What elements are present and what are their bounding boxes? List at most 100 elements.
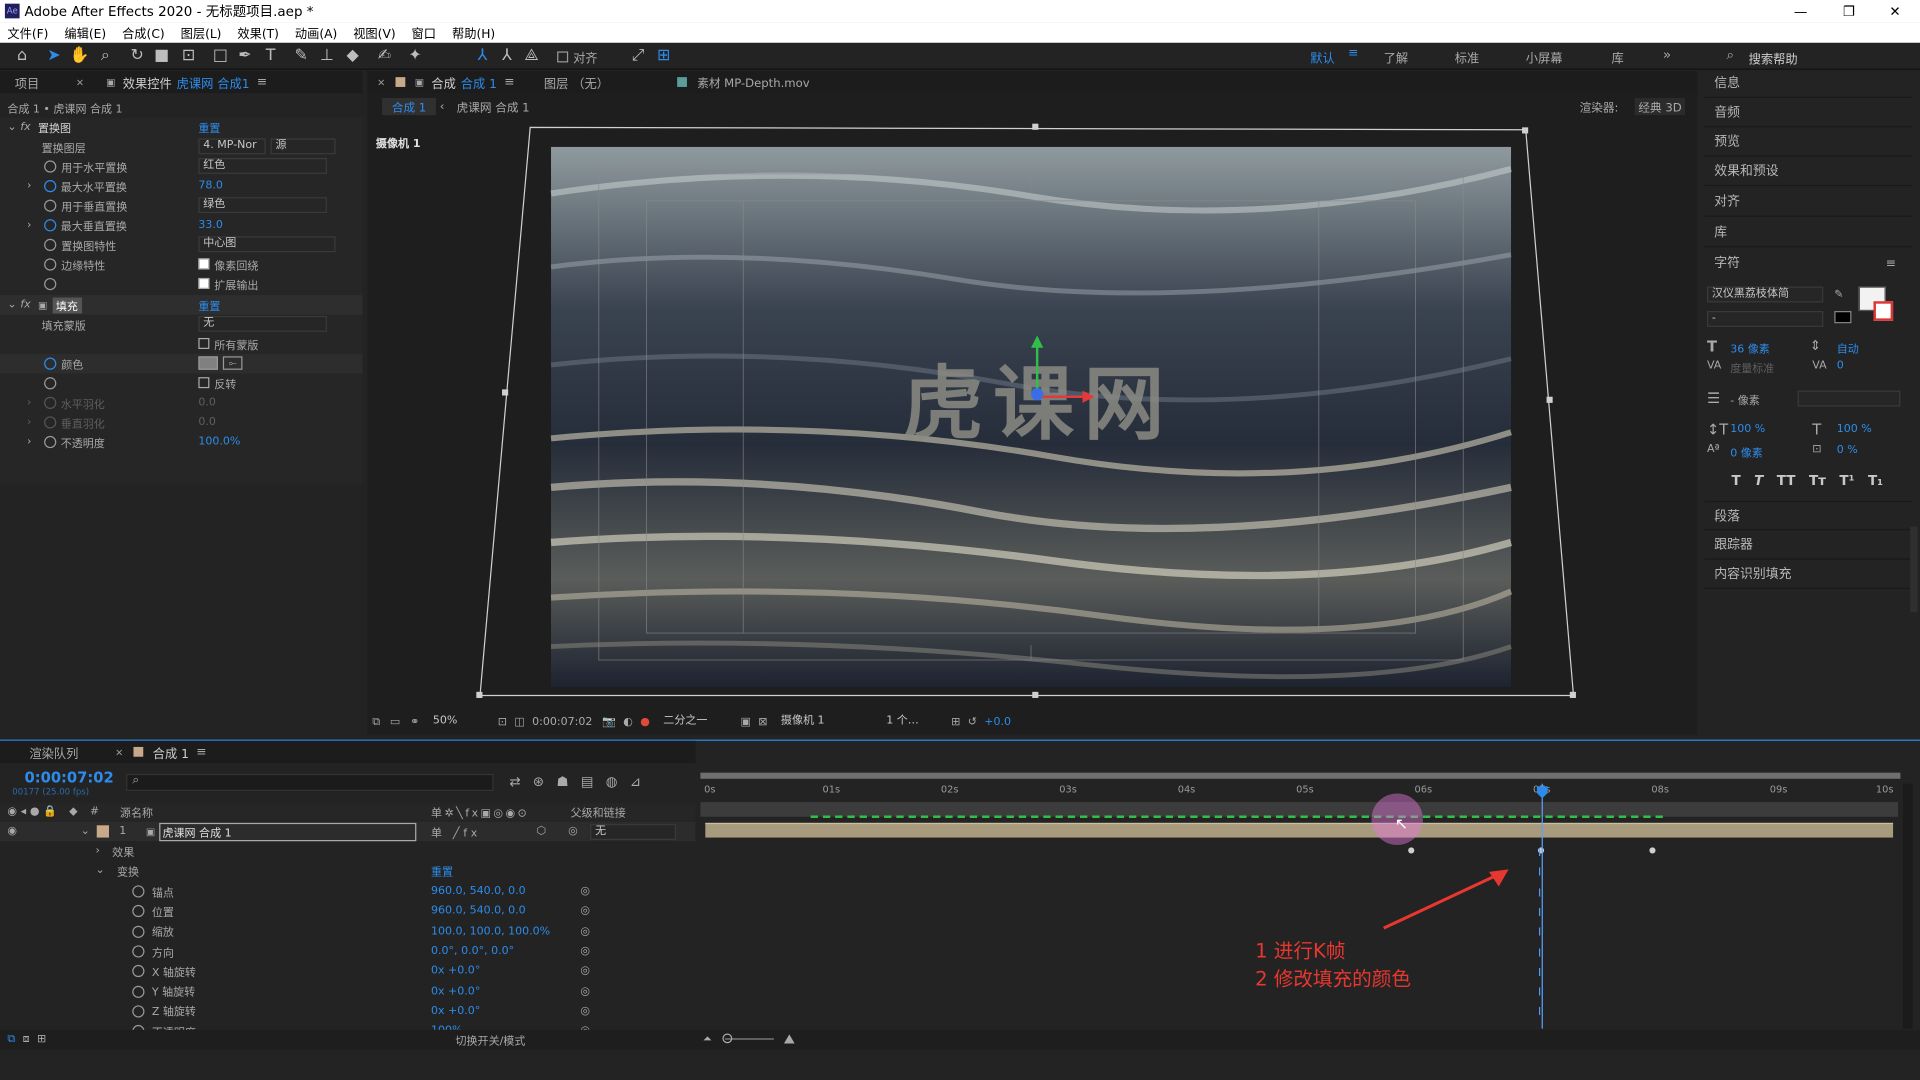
expand-arrow-icon[interactable]: › bbox=[27, 180, 31, 192]
eyedropper-icon[interactable]: ⟜ bbox=[222, 356, 243, 370]
transform-property-row[interactable]: Y 轴旋转 0x +0.0° ◎ bbox=[0, 981, 696, 1001]
faux-bold-button[interactable]: T bbox=[1731, 473, 1740, 489]
tab-timeline-comp[interactable]: 合成 1 bbox=[153, 743, 189, 761]
workspace-overflow-icon[interactable]: » bbox=[1663, 47, 1671, 63]
panel-menu-icon[interactable]: ≡ bbox=[196, 745, 206, 758]
time-navigator[interactable] bbox=[700, 772, 1901, 779]
keyframe[interactable] bbox=[1408, 847, 1415, 854]
keyframe[interactable] bbox=[1649, 847, 1656, 854]
home-icon[interactable]: ⌂ bbox=[12, 47, 32, 67]
search-icon[interactable]: ⌕ bbox=[1727, 47, 1735, 64]
snapping-toggle[interactable]: 对齐 bbox=[557, 48, 598, 66]
roto-brush-tool-icon[interactable]: ✍ bbox=[375, 47, 395, 67]
lock-icon[interactable]: ▣ bbox=[106, 77, 115, 88]
effect-displacement-header[interactable]: ⌄ fx 置换图 重置 bbox=[0, 118, 362, 138]
axis-world-icon[interactable]: ⅄ bbox=[497, 47, 517, 67]
eyedropper-icon[interactable]: ✎ bbox=[1834, 289, 1843, 301]
frame-blending-icon[interactable]: ▤ bbox=[581, 774, 594, 790]
graph-editor-icon[interactable]: ⊿ bbox=[630, 774, 641, 790]
menu-help[interactable]: 帮助(H) bbox=[452, 23, 495, 41]
stopwatch-icon[interactable] bbox=[44, 277, 57, 291]
invert-checkbox[interactable] bbox=[198, 377, 210, 389]
flow-comp-1[interactable]: 合成 1 bbox=[382, 97, 437, 116]
expression-pickwhip-icon[interactable]: ◎ bbox=[580, 905, 590, 917]
parent-column[interactable]: 父级和链接 bbox=[571, 804, 626, 820]
color-channel-icon[interactable]: ● bbox=[640, 716, 650, 728]
workspace-standard[interactable]: 标准 bbox=[1455, 48, 1479, 66]
expression-pickwhip-icon[interactable]: ◎ bbox=[580, 925, 590, 937]
transform-group-row[interactable]: ⌄ 变换 重置 bbox=[0, 861, 696, 881]
panel-content-aware-fill[interactable]: 内容识别填充 bbox=[1704, 560, 1913, 589]
panel-align[interactable]: 对齐 bbox=[1704, 187, 1913, 217]
small-caps-button[interactable]: Tт bbox=[1809, 473, 1826, 489]
snap-edges-icon[interactable]: ⤢ bbox=[628, 47, 648, 67]
map-layer-dropdown[interactable]: 4. MP-Nor bbox=[198, 138, 266, 155]
fill-mask-dropdown[interactable]: 无 bbox=[198, 315, 327, 332]
effect-fill-header[interactable]: ⌄ fx ▣ 填充 重置 bbox=[0, 295, 363, 315]
in-out-icon[interactable]: ⊞ bbox=[37, 1033, 46, 1045]
panel-paragraph[interactable]: 段落 bbox=[1704, 500, 1913, 531]
panel-menu-icon[interactable]: ≡ bbox=[504, 75, 514, 88]
menu-composition[interactable]: 合成(C) bbox=[122, 23, 165, 41]
current-time-display[interactable]: 0:00:07:02 bbox=[532, 716, 592, 728]
lock-icon[interactable]: ▣ bbox=[415, 77, 424, 88]
transform-reset-link[interactable]: 重置 bbox=[431, 863, 453, 879]
tab-composition-name[interactable]: 合成 1 bbox=[461, 73, 497, 91]
brush-tool-icon[interactable]: ✎ bbox=[291, 47, 311, 67]
close-button[interactable]: ✕ bbox=[1889, 3, 1900, 19]
motion-blur-icon[interactable]: ◍ bbox=[606, 774, 618, 790]
panel-menu-icon[interactable]: ≡ bbox=[257, 75, 267, 88]
snap-features-icon[interactable]: ⊞ bbox=[654, 47, 674, 67]
timeline-timecode[interactable]: 0:00:07:02 bbox=[24, 769, 113, 786]
selection-tool-icon[interactable]: ➤ bbox=[44, 47, 64, 67]
views-layout-dropdown[interactable]: 1 个… bbox=[883, 714, 944, 730]
kerning-value[interactable]: 度量标准 bbox=[1730, 360, 1774, 376]
property-value[interactable]: 960.0, 540.0, 0.0 bbox=[431, 905, 526, 917]
stopwatch-icon[interactable] bbox=[44, 180, 57, 193]
stroke-type-dropdown[interactable] bbox=[1797, 390, 1901, 407]
fill-color-swatch[interactable] bbox=[198, 356, 218, 370]
grid-icon[interactable]: ⊞ bbox=[951, 716, 960, 728]
shy-layers-icon[interactable]: ☗ bbox=[556, 774, 568, 790]
clone-stamp-tool-icon[interactable]: ⊥ bbox=[317, 47, 337, 67]
camera-view-dropdown[interactable]: 摄像机 1 bbox=[777, 714, 875, 730]
resolution-dropdown[interactable]: 二分之一 bbox=[660, 714, 733, 730]
source-name-column[interactable]: 源名称 bbox=[120, 804, 153, 820]
expression-pickwhip-icon[interactable]: ◎ bbox=[580, 945, 590, 957]
panel-libraries[interactable]: 库 bbox=[1704, 218, 1913, 248]
fx-icon[interactable]: fx bbox=[20, 121, 30, 133]
maximize-button[interactable]: ❐ bbox=[1843, 3, 1855, 19]
close-icon[interactable]: × bbox=[377, 77, 385, 88]
stopwatch-icon[interactable] bbox=[44, 357, 57, 370]
stopwatch-icon[interactable] bbox=[44, 377, 57, 390]
expand-arrow-icon[interactable]: ⌄ bbox=[96, 865, 105, 877]
puppet-tool-icon[interactable]: ✦ bbox=[405, 47, 425, 67]
stroke-color-swatch[interactable] bbox=[1873, 301, 1894, 321]
pick-whip-icon[interactable]: ◎ bbox=[568, 825, 578, 837]
transform-property-row[interactable]: X 轴旋转 0x +0.0° ◎ bbox=[0, 961, 696, 981]
mask-visibility-icon[interactable]: ⚭ bbox=[410, 716, 419, 728]
stroke-width-value[interactable]: - 像素 bbox=[1730, 392, 1760, 408]
stopwatch-icon[interactable] bbox=[44, 258, 57, 271]
stopwatch-icon[interactable] bbox=[44, 416, 57, 429]
fx-icon[interactable]: fx bbox=[20, 299, 30, 311]
workspace-default[interactable]: 默认 bbox=[1310, 48, 1334, 66]
time-zoom-handle[interactable] bbox=[722, 1033, 733, 1044]
expression-pickwhip-icon[interactable]: ◎ bbox=[580, 885, 590, 897]
opacity-value[interactable]: 100.0% bbox=[198, 436, 240, 448]
camera-tool-icon[interactable]: ■ bbox=[152, 47, 172, 67]
expand-arrow-icon[interactable]: ⌄ bbox=[81, 825, 90, 837]
expand-arrow-icon[interactable]: › bbox=[96, 845, 100, 857]
parent-dropdown[interactable]: 无 bbox=[590, 824, 676, 841]
stopwatch-icon[interactable] bbox=[132, 905, 145, 918]
transform-property-row[interactable]: 方向 0.0°, 0.0°, 0.0° ◎ bbox=[0, 942, 696, 962]
toggle-transparency-icon[interactable]: ⊠ bbox=[758, 716, 767, 728]
tab-composition[interactable]: 合成 bbox=[431, 73, 455, 91]
zoom-in-icon[interactable]: ⛰ bbox=[784, 1031, 795, 1048]
tab-footage[interactable]: 素材 MP-Depth.mov bbox=[697, 73, 809, 90]
font-family-dropdown[interactable]: 汉仪黑荔枝体简 bbox=[1706, 286, 1824, 303]
search-help[interactable]: 搜索帮助 bbox=[1749, 49, 1798, 67]
tab-effect-controls[interactable]: 效果控件 bbox=[123, 73, 172, 91]
transfer-controls-icon[interactable]: ⧈ bbox=[23, 1033, 30, 1045]
tab-render-queue[interactable]: 渲染队列 bbox=[29, 743, 78, 761]
